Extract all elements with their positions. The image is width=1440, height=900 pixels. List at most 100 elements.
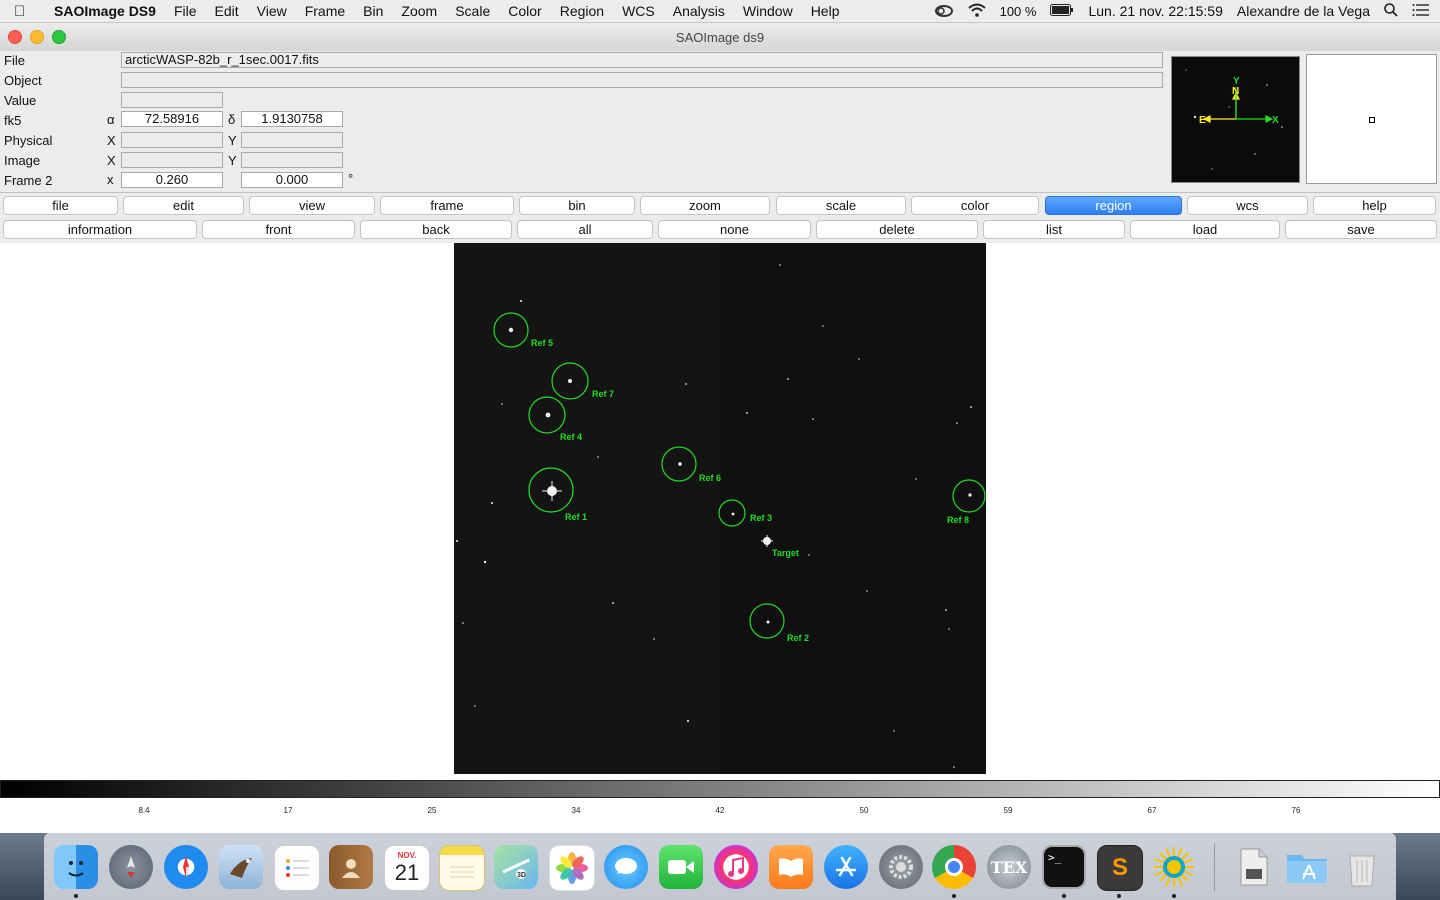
launchpad-icon[interactable]: [109, 845, 153, 889]
menu-app-name[interactable]: SAOImage DS9: [42, 3, 165, 19]
menu-color[interactable]: Color: [499, 3, 550, 19]
region-circle-ref-3[interactable]: [718, 499, 746, 527]
trash-icon[interactable]: [1340, 845, 1384, 889]
colorbar-tick: 8.4: [138, 806, 150, 815]
menu-zoom[interactable]: Zoom: [392, 3, 446, 19]
reminders-icon[interactable]: [274, 845, 320, 891]
battery-icon[interactable]: [1050, 3, 1074, 19]
dock-separator: [1214, 843, 1215, 891]
clock[interactable]: Lun. 21 nov. 22:15:59: [1088, 3, 1222, 19]
physical-x-label: X: [107, 133, 116, 148]
notification-center-icon[interactable]: [1412, 3, 1430, 20]
terminal-icon[interactable]: >_: [1042, 845, 1086, 889]
main-button-zoom[interactable]: zoom: [640, 196, 770, 215]
sub-button-all[interactable]: all: [517, 220, 653, 239]
sub-button-none[interactable]: none: [658, 220, 811, 239]
messages-icon[interactable]: [604, 845, 648, 889]
main-button-frame[interactable]: frame: [380, 196, 514, 215]
app-store-icon[interactable]: [824, 845, 868, 889]
notes-icon[interactable]: [439, 845, 485, 891]
user-name[interactable]: Alexandre de la Vega: [1237, 3, 1370, 19]
colorbar-tick: 76: [1291, 806, 1301, 815]
magnifier: [1306, 54, 1437, 184]
main-button-bin[interactable]: bin: [519, 196, 635, 215]
apple-icon[interactable]: : [14, 3, 42, 20]
applications-folder-icon[interactable]: [1285, 845, 1329, 889]
chrome-icon[interactable]: [932, 845, 976, 889]
panner[interactable]: N Y E X: [1171, 56, 1300, 183]
main-button-scale[interactable]: scale: [776, 196, 906, 215]
creative-cloud-icon[interactable]: [934, 3, 954, 20]
physical-x-field: [121, 132, 223, 148]
menu-window[interactable]: Window: [734, 3, 802, 19]
ds9-icon[interactable]: [1152, 845, 1196, 889]
menu-frame[interactable]: Frame: [296, 3, 354, 19]
contacts-icon[interactable]: [329, 845, 373, 889]
menu-analysis[interactable]: Analysis: [664, 3, 734, 19]
menu-scale[interactable]: Scale: [446, 3, 499, 19]
sublime-label: S: [1111, 854, 1128, 881]
main-button-file[interactable]: file: [3, 196, 118, 215]
sub-button-information[interactable]: information: [3, 220, 197, 239]
object-label: Object: [4, 73, 42, 88]
main-button-color[interactable]: color: [911, 196, 1039, 215]
tex-label: TEX: [990, 857, 1028, 877]
menu-bin[interactable]: Bin: [354, 3, 392, 19]
window-title: SAOImage ds9: [675, 30, 765, 45]
document-icon[interactable]: [1231, 845, 1275, 889]
colorbar-tick: 34: [571, 806, 581, 815]
main-button-region[interactable]: region: [1045, 196, 1182, 215]
main-button-view[interactable]: view: [249, 196, 375, 215]
sub-button-delete[interactable]: delete: [816, 220, 978, 239]
panner-north: N: [1232, 86, 1239, 97]
menu-region[interactable]: Region: [551, 3, 613, 19]
menu-help[interactable]: Help: [802, 3, 849, 19]
menu-file[interactable]: File: [165, 3, 206, 19]
menu-view[interactable]: View: [248, 3, 296, 19]
chrome-running-indicator: [952, 894, 956, 898]
spotlight-icon[interactable]: [1384, 2, 1398, 20]
file-field: arcticWASP-82b_r_1sec.0017.fits: [121, 52, 1163, 68]
region-layer[interactable]: Ref 5 Ref 7 Ref 4 Ref 1 Ref 6 Ref 3 Target Ref …: [493, 312, 986, 643]
window-titlebar[interactable]: SAOImage ds9: [0, 23, 1440, 52]
image-label: Image: [4, 153, 41, 168]
wifi-icon[interactable]: [967, 3, 986, 20]
fits-image[interactable]: Ref 5 Ref 7 Ref 4 Ref 1 Ref 6 Ref 3 Target Ref …: [454, 243, 986, 774]
frame-x-label: x: [107, 172, 114, 187]
sub-button-load[interactable]: load: [1130, 220, 1280, 239]
eagle-icon[interactable]: [219, 845, 263, 889]
calendar-day: 21: [394, 860, 420, 885]
finder-icon[interactable]: [54, 845, 98, 889]
magnifier-cursor: [1369, 117, 1375, 123]
facetime-icon[interactable]: [659, 845, 703, 889]
main-button-edit[interactable]: edit: [123, 196, 244, 215]
value-field: [121, 92, 223, 108]
calendar-icon[interactable]: NOV. 21: [384, 845, 430, 891]
sub-button-list[interactable]: list: [983, 220, 1125, 239]
itunes-icon[interactable]: [714, 845, 758, 889]
ibooks-icon[interactable]: [769, 845, 813, 889]
svg-text:3D: 3D: [517, 872, 526, 879]
photos-icon[interactable]: [549, 845, 595, 891]
sub-button-back[interactable]: back: [360, 220, 512, 239]
menu-edit[interactable]: Edit: [206, 3, 248, 19]
physical-y-field: [241, 132, 343, 148]
region-label-ref-2: Ref 2: [787, 633, 809, 643]
sub-button-save[interactable]: save: [1285, 220, 1437, 239]
colorbar-tick: 59: [1003, 806, 1013, 815]
terminal-prompt: >_: [1048, 851, 1062, 864]
tex-icon[interactable]: TEX: [987, 845, 1031, 889]
maps-icon[interactable]: 3D: [494, 845, 538, 889]
menu-wcs[interactable]: WCS: [613, 3, 664, 19]
region-label-ref-4: Ref 4: [560, 432, 582, 442]
main-button-wcs[interactable]: wcs: [1187, 196, 1308, 215]
sublime-icon[interactable]: S: [1097, 845, 1143, 891]
menu-bar:  SAOImage DS9 File Edit View Frame Bin …: [0, 0, 1440, 23]
system-preferences-icon[interactable]: [879, 845, 923, 889]
safari-icon[interactable]: [164, 845, 208, 889]
frame-label: Frame 2: [4, 173, 53, 188]
sub-button-front[interactable]: front: [202, 220, 355, 239]
colorbar[interactable]: [0, 780, 1440, 798]
main-button-help[interactable]: help: [1313, 196, 1436, 215]
fk5-label: fk5: [4, 113, 22, 128]
